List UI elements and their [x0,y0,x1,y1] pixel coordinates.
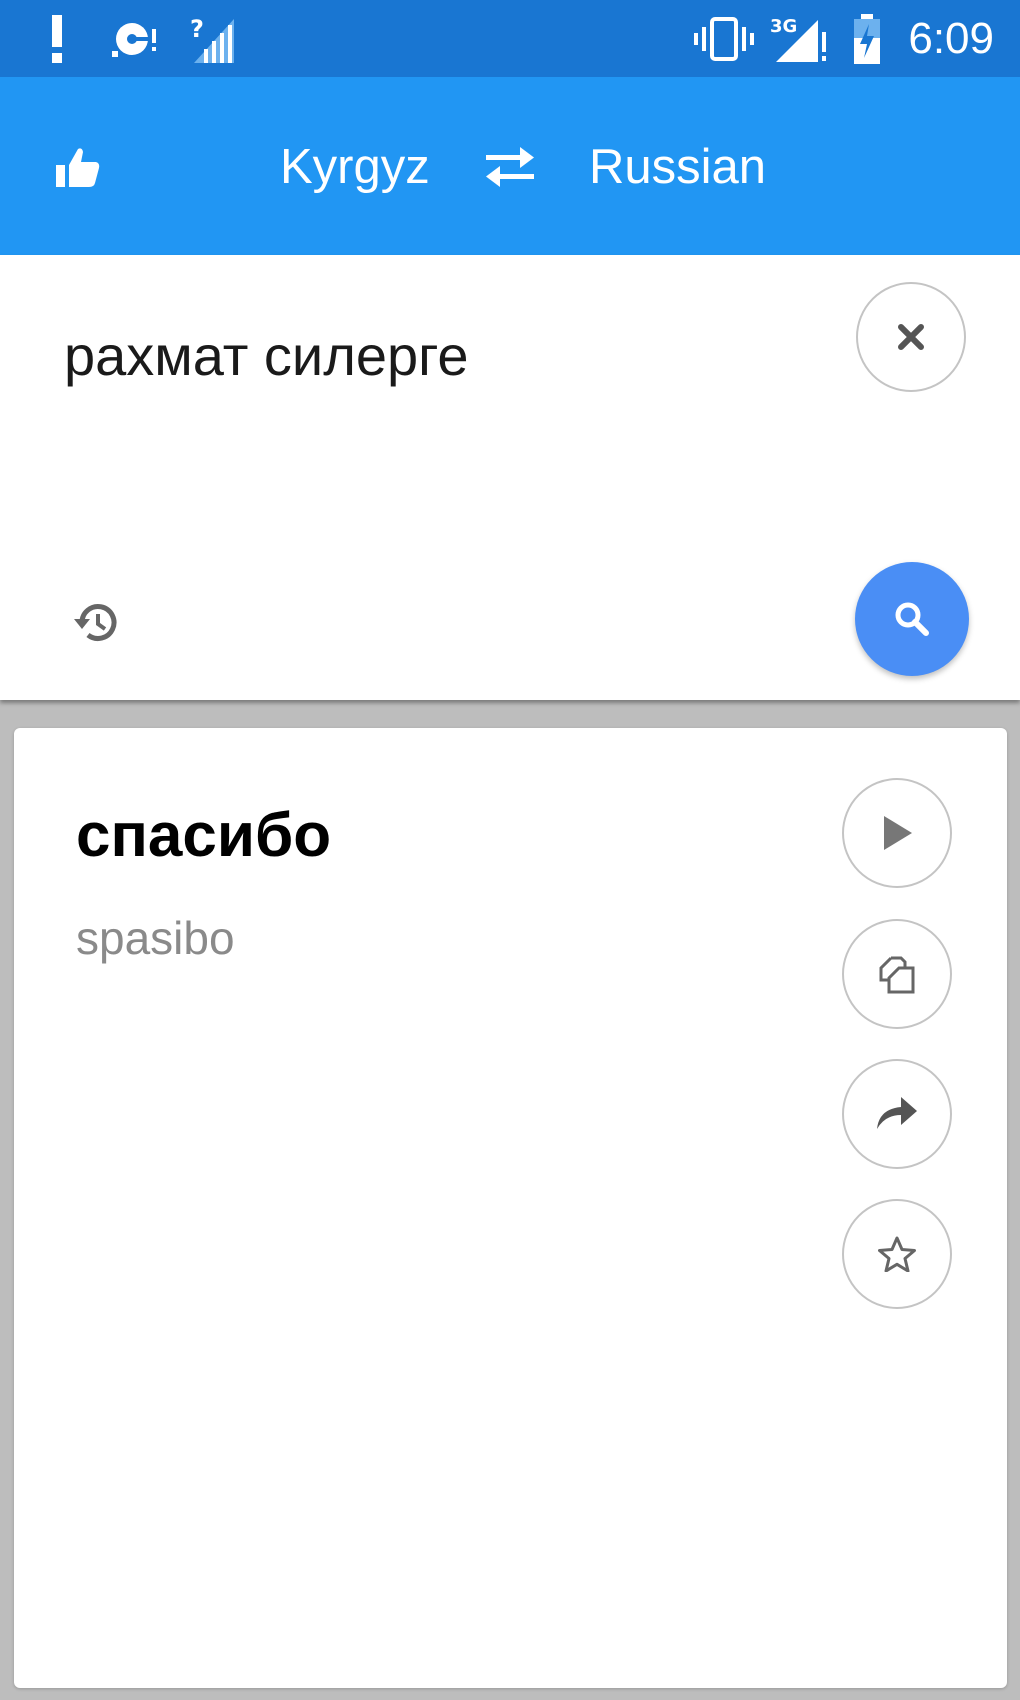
play-button[interactable] [842,778,952,888]
swap-languages-button[interactable] [480,137,540,197]
no-signal-icon: ? [190,12,234,66]
sync-disk-icon [108,12,160,66]
favorite-button[interactable] [842,1199,952,1309]
share-button[interactable] [842,1059,952,1169]
search-icon [895,602,929,636]
source-text-input[interactable]: рахмат силерге [64,321,824,391]
signal-3g-icon: 3G [770,12,826,66]
history-icon [74,604,117,641]
history-button[interactable] [66,593,126,653]
transliteration-text: spasibo [76,912,235,964]
copy-button[interactable] [842,919,952,1029]
copy-icon [879,956,915,994]
translation-text: спасибо [76,801,332,870]
share-icon [877,1097,917,1129]
svg-text:?: ? [190,15,204,43]
alert-icon [46,12,68,66]
status-clock: 6:09 [908,14,994,63]
rate-button[interactable] [50,139,106,195]
vibrate-icon [694,12,754,66]
source-language[interactable]: Kyrgyz [280,129,430,205]
app-bar: Kyrgyz Russian [0,77,1020,255]
star-icon [878,1236,916,1272]
status-bar: ? 3G 6:09 [0,0,1020,77]
play-icon [884,816,912,850]
result-card: спасибо spasibo [14,728,1007,1688]
svg-text:3G: 3G [770,16,797,37]
battery-charging-icon [852,12,882,66]
thumbs-up-icon [56,148,100,187]
clear-button[interactable] [856,282,966,392]
swap-icon [486,147,534,187]
input-panel: рахмат силерге [0,255,1020,700]
target-language[interactable]: Russian [589,129,766,205]
translate-search-button[interactable] [855,562,969,676]
close-icon [898,324,924,350]
